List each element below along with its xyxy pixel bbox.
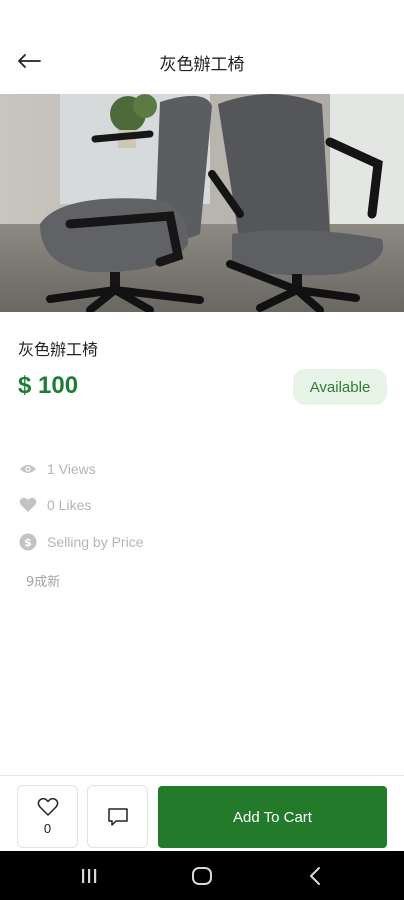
like-button[interactable]: 0 — [17, 785, 78, 848]
condition-text: 9成新 — [26, 575, 61, 590]
status-badge: Available — [293, 369, 387, 405]
recents-icon — [82, 869, 97, 883]
eye-icon — [18, 459, 38, 479]
likes-count: 0 Likes — [47, 497, 92, 513]
chat-bubble-icon — [107, 807, 128, 826]
heart-outline-icon — [37, 797, 58, 816]
selling-mode-row: $ Selling by Price — [18, 531, 144, 553]
recents-button[interactable] — [74, 863, 104, 889]
product-name: 灰色辦工椅 — [18, 340, 99, 359]
views-count: 1 Views — [47, 461, 96, 477]
app-header: 灰色辦工椅 — [0, 0, 404, 94]
system-nav-bar — [0, 851, 404, 900]
home-button[interactable] — [187, 863, 217, 889]
chat-button[interactable] — [87, 785, 148, 848]
dollar-circle-icon: $ — [18, 532, 38, 552]
product-price: $ 100 — [18, 372, 79, 399]
views-row: 1 Views — [18, 458, 96, 480]
selling-mode: Selling by Price — [47, 534, 144, 550]
svg-text:$: $ — [24, 536, 32, 549]
like-count: 0 — [43, 821, 52, 836]
heart-icon — [18, 495, 38, 515]
likes-row: 0 Likes — [18, 494, 91, 516]
home-icon — [192, 867, 212, 885]
page-title: 灰色辦工椅 — [159, 55, 245, 75]
bottom-divider — [0, 775, 404, 776]
product-photo[interactable] — [0, 94, 404, 312]
add-to-cart-button[interactable]: Add To Cart — [158, 786, 387, 848]
back-chevron-icon — [310, 867, 320, 885]
system-back-button[interactable] — [300, 863, 330, 889]
